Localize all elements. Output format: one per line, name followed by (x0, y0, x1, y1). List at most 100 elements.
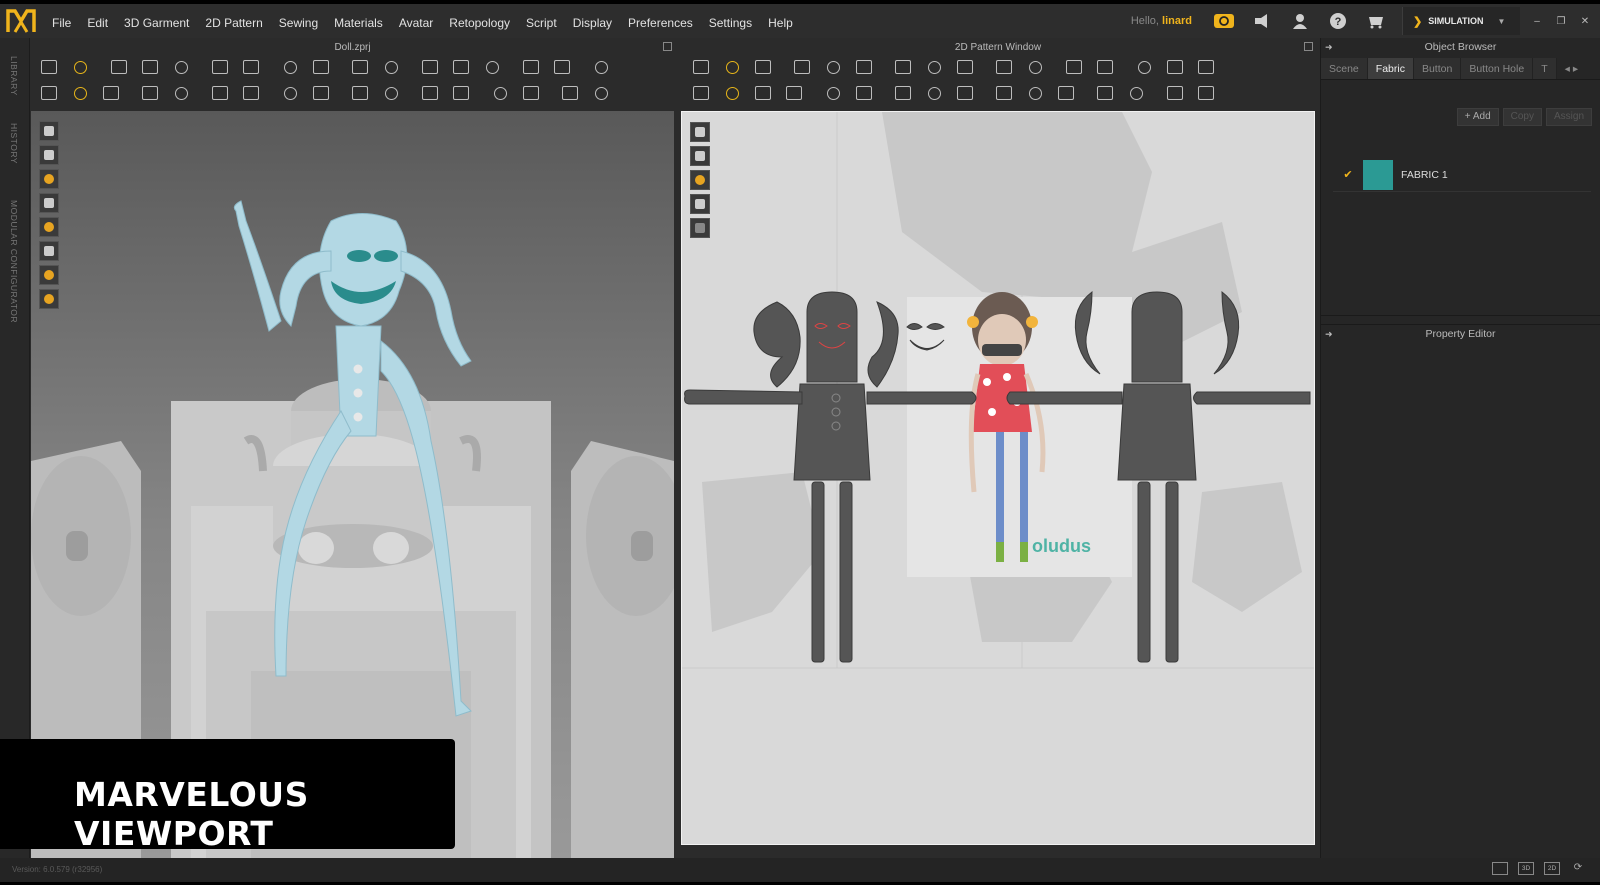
menu-item-retopology[interactable]: Retopology (441, 4, 518, 38)
toolbar-2d-tool-icon[interactable] (1164, 82, 1186, 104)
simulation-mode-dropdown[interactable]: ❯ SIMULATION ▼ (1402, 7, 1520, 35)
view-3d-button[interactable]: 3D (1518, 862, 1534, 875)
toolbar-2d-tool-icon[interactable] (1094, 56, 1116, 78)
toolbar-2d-tool-icon[interactable] (822, 82, 844, 104)
toolbar-2d-tool-icon[interactable] (1024, 82, 1046, 104)
toolbar-3d-tool-icon[interactable] (380, 56, 402, 78)
toolbar-3d-tool-icon[interactable] (520, 82, 542, 104)
toolbar-3d-tool-icon[interactable] (349, 82, 371, 104)
collapse-arrow-icon[interactable]: ➜ (1325, 38, 1333, 56)
toolbar-2d-tool-icon[interactable] (721, 82, 743, 104)
toolbar-2d-tool-icon[interactable] (1094, 82, 1116, 104)
garment-tool-icon[interactable] (690, 146, 710, 166)
menu-item-display[interactable]: Display (565, 4, 620, 38)
toolbar-3d-tool-icon[interactable] (481, 56, 503, 78)
toolbar-2d-tool-icon[interactable] (954, 82, 976, 104)
toolbar-3d-tool-icon[interactable] (590, 82, 612, 104)
cloud-icon[interactable] (1212, 10, 1236, 32)
toolbar-2d-tool-icon[interactable] (892, 82, 914, 104)
pattern-list-icon[interactable] (690, 194, 710, 214)
popout-icon[interactable] (1304, 42, 1313, 51)
user-icon[interactable] (1288, 10, 1312, 32)
restore-button[interactable]: ❐ (1552, 12, 1570, 30)
toolbar-3d-tool-icon[interactable] (38, 56, 60, 78)
toolbar-3d-tool-icon[interactable] (69, 56, 91, 78)
shop-icon[interactable] (1364, 10, 1388, 32)
check-icon[interactable]: ✔ (1333, 168, 1363, 181)
toolbar-2d-tool-icon[interactable] (923, 82, 945, 104)
toolbar-2d-tool-icon[interactable] (1125, 82, 1147, 104)
tab-modular-configurator[interactable]: MODULAR CONFIGURATOR (9, 200, 19, 323)
toolbar-2d-tool-icon[interactable] (1133, 56, 1155, 78)
username[interactable]: linard (1162, 15, 1192, 27)
toolbar-3d-tool-icon[interactable] (559, 82, 581, 104)
tab-button-hole[interactable]: Button Hole (1461, 58, 1534, 79)
minimize-button[interactable]: – (1528, 12, 1546, 30)
toolbar-3d-tool-icon[interactable] (240, 82, 262, 104)
menu-item-avatar[interactable]: Avatar (391, 4, 441, 38)
info-icon[interactable] (690, 170, 710, 190)
fabric-swatch[interactable] (1363, 159, 1393, 190)
menu-item-help[interactable]: Help (760, 4, 801, 38)
tab-library[interactable]: LIBRARY (9, 56, 19, 96)
toolbar-3d-tool-icon[interactable] (310, 56, 332, 78)
toolbar-2d-tool-icon[interactable] (853, 56, 875, 78)
view-2d-button[interactable]: 2D (1544, 862, 1560, 875)
collapse-arrow-icon[interactable]: ➜ (1325, 325, 1333, 343)
menu-item-settings[interactable]: Settings (701, 4, 760, 38)
tab-button[interactable]: Button (1413, 58, 1462, 79)
toolbar-2d-tool-icon[interactable] (791, 56, 813, 78)
toolbar-3d-tool-icon[interactable] (450, 82, 472, 104)
toolbar-2d-tool-icon[interactable] (1024, 56, 1046, 78)
toolbar-2d-tool-icon[interactable] (954, 56, 976, 78)
add-fabric-button[interactable]: + Add (1456, 108, 1499, 126)
toolbar-3d-tool-icon[interactable] (380, 82, 402, 104)
tab-scene[interactable]: Scene (1321, 58, 1368, 79)
menu-item-file[interactable]: File (44, 4, 79, 38)
menu-item-script[interactable]: Script (518, 4, 565, 38)
toolbar-3d-tool-icon[interactable] (38, 82, 60, 104)
toolbar-2d-tool-icon[interactable] (752, 56, 774, 78)
menu-item-3d-garment[interactable]: 3D Garment (116, 4, 197, 38)
refresh-icon[interactable]: ⟳ (1570, 862, 1586, 875)
menu-item-preferences[interactable]: Preferences (620, 4, 701, 38)
toolbar-3d-tool-icon[interactable] (69, 82, 91, 104)
toolbar-3d-tool-icon[interactable] (240, 56, 262, 78)
pen-tool-icon[interactable] (690, 122, 710, 142)
avatar-display-icon[interactable] (39, 193, 59, 213)
toolbar-2d-tool-icon[interactable] (1195, 56, 1217, 78)
list-item[interactable]: ✔ FABRIC 1 (1333, 158, 1591, 192)
toolbar-3d-tool-icon[interactable] (100, 82, 122, 104)
menu-item-edit[interactable]: Edit (79, 4, 116, 38)
close-button[interactable]: ✕ (1576, 12, 1594, 30)
toolbar-3d-tool-icon[interactable] (170, 82, 192, 104)
toolbar-3d-tool-icon[interactable] (139, 82, 161, 104)
toolbar-2d-tool-icon[interactable] (923, 56, 945, 78)
toolbar-2d-tool-icon[interactable] (822, 56, 844, 78)
render-toggle-icon[interactable] (39, 121, 59, 141)
globe-display-icon[interactable] (39, 289, 59, 309)
toolbar-3d-tool-icon[interactable] (590, 56, 612, 78)
toolbar-2d-tool-icon[interactable] (1164, 56, 1186, 78)
toolbar-3d-tool-icon[interactable] (279, 82, 301, 104)
toolbar-2d-tool-icon[interactable] (783, 82, 805, 104)
toolbar-2d-tool-icon[interactable] (993, 56, 1015, 78)
toolbar-3d-tool-icon[interactable] (551, 56, 573, 78)
toolbar-3d-tool-icon[interactable] (108, 56, 130, 78)
toolbar-3d-tool-icon[interactable] (489, 82, 511, 104)
help-icon[interactable]: ? (1326, 10, 1350, 32)
announcement-icon[interactable] (1250, 10, 1274, 32)
toolbar-3d-tool-icon[interactable] (209, 82, 231, 104)
toolbar-2d-tool-icon[interactable] (853, 82, 875, 104)
toolbar-2d-tool-icon[interactable] (1195, 82, 1217, 104)
skin-display-icon[interactable] (39, 265, 59, 285)
toolbar-3d-tool-icon[interactable] (170, 56, 192, 78)
toolbar-3d-tool-icon[interactable] (419, 82, 441, 104)
surface-display-icon[interactable] (39, 241, 59, 261)
toolbar-3d-tool-icon[interactable] (209, 56, 231, 78)
toolbar-2d-tool-icon[interactable] (892, 56, 914, 78)
toolbar-3d-tool-icon[interactable] (139, 56, 161, 78)
toolbar-3d-tool-icon[interactable] (450, 56, 472, 78)
toolbar-3d-tool-icon[interactable] (419, 56, 441, 78)
tab-topstitch[interactable]: T (1533, 58, 1557, 79)
